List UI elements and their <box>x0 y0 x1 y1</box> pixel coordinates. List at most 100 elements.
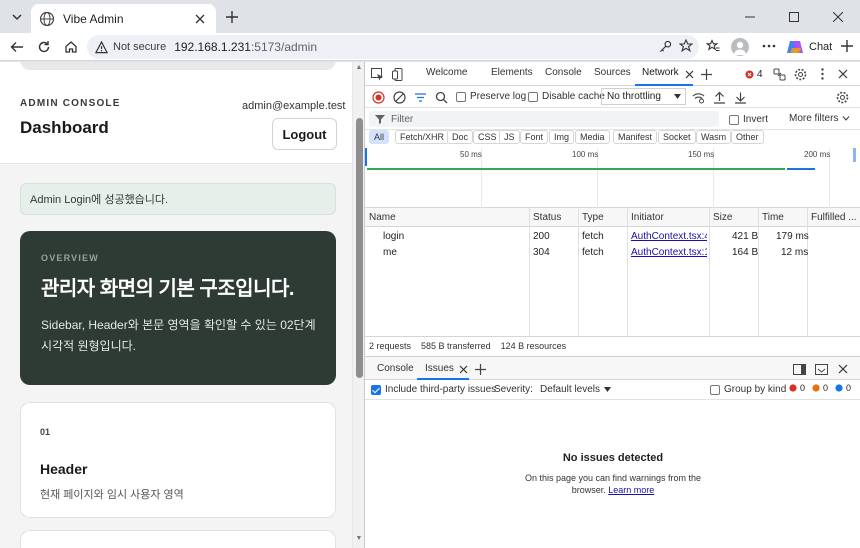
type-filter-media[interactable]: Media <box>575 130 610 144</box>
close-network-tab-icon[interactable] <box>681 66 697 82</box>
disable-cache-checkbox[interactable] <box>528 91 538 102</box>
scroll-up-arrow-icon[interactable]: ▲ <box>355 64 363 72</box>
column-size[interactable]: Size <box>713 212 732 223</box>
request-initiator-link[interactable]: AuthContext.tsx:10 <box>631 247 707 258</box>
drawer-add-tab-button[interactable] <box>472 361 488 377</box>
address-bar[interactable]: Not secure 192.168.1.231:5173/admin <box>87 35 699 59</box>
column-initiator[interactable]: Initiator <box>631 212 664 223</box>
sidebar-toggle-button[interactable] <box>838 37 856 55</box>
import-har-button[interactable] <box>711 89 727 105</box>
type-filter-socket[interactable]: Socket <box>658 130 696 144</box>
record-button[interactable] <box>370 89 386 105</box>
network-conditions-button[interactable] <box>690 89 706 105</box>
minimize-drawer-button[interactable] <box>813 361 829 377</box>
group-by-kind-option[interactable]: Group by kind <box>710 384 786 395</box>
more-filters-dropdown[interactable]: More filters <box>789 113 850 124</box>
column-divider <box>807 208 808 336</box>
devtools-more-button[interactable] <box>814 66 830 82</box>
close-devtools-button[interactable] <box>835 66 851 82</box>
error-counter[interactable]: 4 <box>745 66 773 82</box>
dock-drawer-button[interactable] <box>791 361 807 377</box>
issue-counters[interactable]: 0 0 0 <box>789 383 851 393</box>
drawer-tab-console[interactable]: Console <box>377 363 414 374</box>
arrow-left-icon <box>10 42 23 52</box>
column-type[interactable]: Type <box>582 212 604 223</box>
network-overview-timeline[interactable]: 50 ms 100 ms 150 ms 200 ms <box>365 148 860 208</box>
include-third-party-checkbox[interactable] <box>371 384 381 395</box>
scroll-thumb[interactable] <box>356 118 363 378</box>
disable-cache-option[interactable]: Disable cache <box>528 91 605 102</box>
type-filter-js[interactable]: JS <box>499 130 520 144</box>
bookmark-star-button[interactable] <box>677 37 695 55</box>
filter-input[interactable]: Filter <box>369 111 719 127</box>
page-scrollbar[interactable]: ▲ ▼ <box>352 62 364 548</box>
type-filter-all[interactable]: All <box>369 130 390 144</box>
invert-checkbox[interactable] <box>729 114 739 125</box>
add-tab-button[interactable] <box>698 66 714 82</box>
device-toolbar-button[interactable] <box>390 66 406 82</box>
request-name: login <box>383 231 405 242</box>
scroll-down-arrow-icon[interactable]: ▼ <box>355 535 363 543</box>
request-size: 421 B <box>732 231 759 242</box>
timeline-selection-start[interactable] <box>365 148 367 166</box>
type-filter-doc[interactable]: Doc <box>447 130 474 144</box>
new-tab-button[interactable] <box>222 7 242 27</box>
export-har-button[interactable] <box>732 89 748 105</box>
invert-option[interactable]: Invert <box>729 114 768 125</box>
inspect-icon <box>370 67 383 80</box>
connect-button[interactable] <box>771 66 787 82</box>
tab-console[interactable]: Console <box>545 67 582 78</box>
request-initiator-link[interactable]: AuthContext.tsx:43 <box>631 231 707 242</box>
home-button[interactable] <box>61 37 81 57</box>
tab-welcome[interactable]: Welcome <box>426 67 468 78</box>
type-filter-fetch-xhr[interactable]: Fetch/XHR <box>395 130 450 144</box>
logout-button[interactable]: Logout <box>272 118 337 150</box>
devtools-settings-button[interactable] <box>792 66 808 82</box>
type-filter-font[interactable]: Font <box>520 130 549 144</box>
column-fulfilled[interactable]: Fulfilled ... <box>811 212 857 223</box>
inspect-element-button[interactable] <box>369 66 385 82</box>
reload-button[interactable] <box>34 37 54 57</box>
tab-elements[interactable]: Elements <box>491 67 533 78</box>
clear-button[interactable] <box>391 89 407 105</box>
close-drawer-button[interactable] <box>835 361 851 377</box>
back-button[interactable] <box>7 37 27 57</box>
table-row[interactable]: login 200 fetch AuthContext.tsx:43 421 B… <box>365 229 860 245</box>
copilot-chat-button[interactable]: Chat <box>786 36 832 58</box>
column-name[interactable]: Name <box>369 212 396 223</box>
tab-search-button[interactable] <box>5 6 29 28</box>
network-settings-button[interactable] <box>834 89 850 105</box>
include-third-party-option[interactable]: Include third-party issues <box>371 384 496 395</box>
type-filter-manifest[interactable]: Manifest <box>613 130 658 144</box>
close-icon <box>838 364 848 374</box>
close-window-button[interactable] <box>816 0 860 33</box>
drawer-tab-issues[interactable]: Issues <box>425 363 454 374</box>
group-by-kind-checkbox[interactable] <box>710 384 720 395</box>
type-filter-other[interactable]: Other <box>731 130 764 144</box>
type-filter-img[interactable]: Img <box>549 130 575 144</box>
settings-more-button[interactable] <box>760 37 778 55</box>
filter-toggle-button[interactable] <box>412 89 428 105</box>
type-filter-css[interactable]: CSS <box>473 130 502 144</box>
close-issues-tab-icon[interactable] <box>455 361 471 377</box>
type-filter-wasm[interactable]: Wasm <box>696 130 732 144</box>
preserve-log-checkbox[interactable] <box>456 91 466 102</box>
throttling-select[interactable]: No throttling <box>601 88 686 105</box>
preserve-log-option[interactable]: Preserve log <box>456 91 526 102</box>
favorites-button[interactable] <box>704 37 722 55</box>
timeline-selection-end[interactable] <box>853 148 856 162</box>
severity-dropdown[interactable]: Default levels <box>540 384 612 395</box>
tab-network[interactable]: Network <box>642 67 679 78</box>
table-row[interactable]: me 304 fetch AuthContext.tsx:10 164 B 12… <box>365 245 860 261</box>
profile-avatar[interactable] <box>731 38 749 56</box>
column-status[interactable]: Status <box>533 212 561 223</box>
column-time[interactable]: Time <box>762 212 784 223</box>
tab-sources[interactable]: Sources <box>594 67 631 78</box>
learn-more-link[interactable]: Learn more <box>608 485 654 495</box>
close-tab-icon[interactable] <box>192 11 208 27</box>
minimize-button[interactable] <box>728 0 772 33</box>
browser-tab[interactable]: Vibe Admin <box>31 4 216 33</box>
maximize-button[interactable] <box>772 0 816 33</box>
search-button[interactable] <box>433 89 449 105</box>
site-search-key-button[interactable] <box>656 37 674 55</box>
